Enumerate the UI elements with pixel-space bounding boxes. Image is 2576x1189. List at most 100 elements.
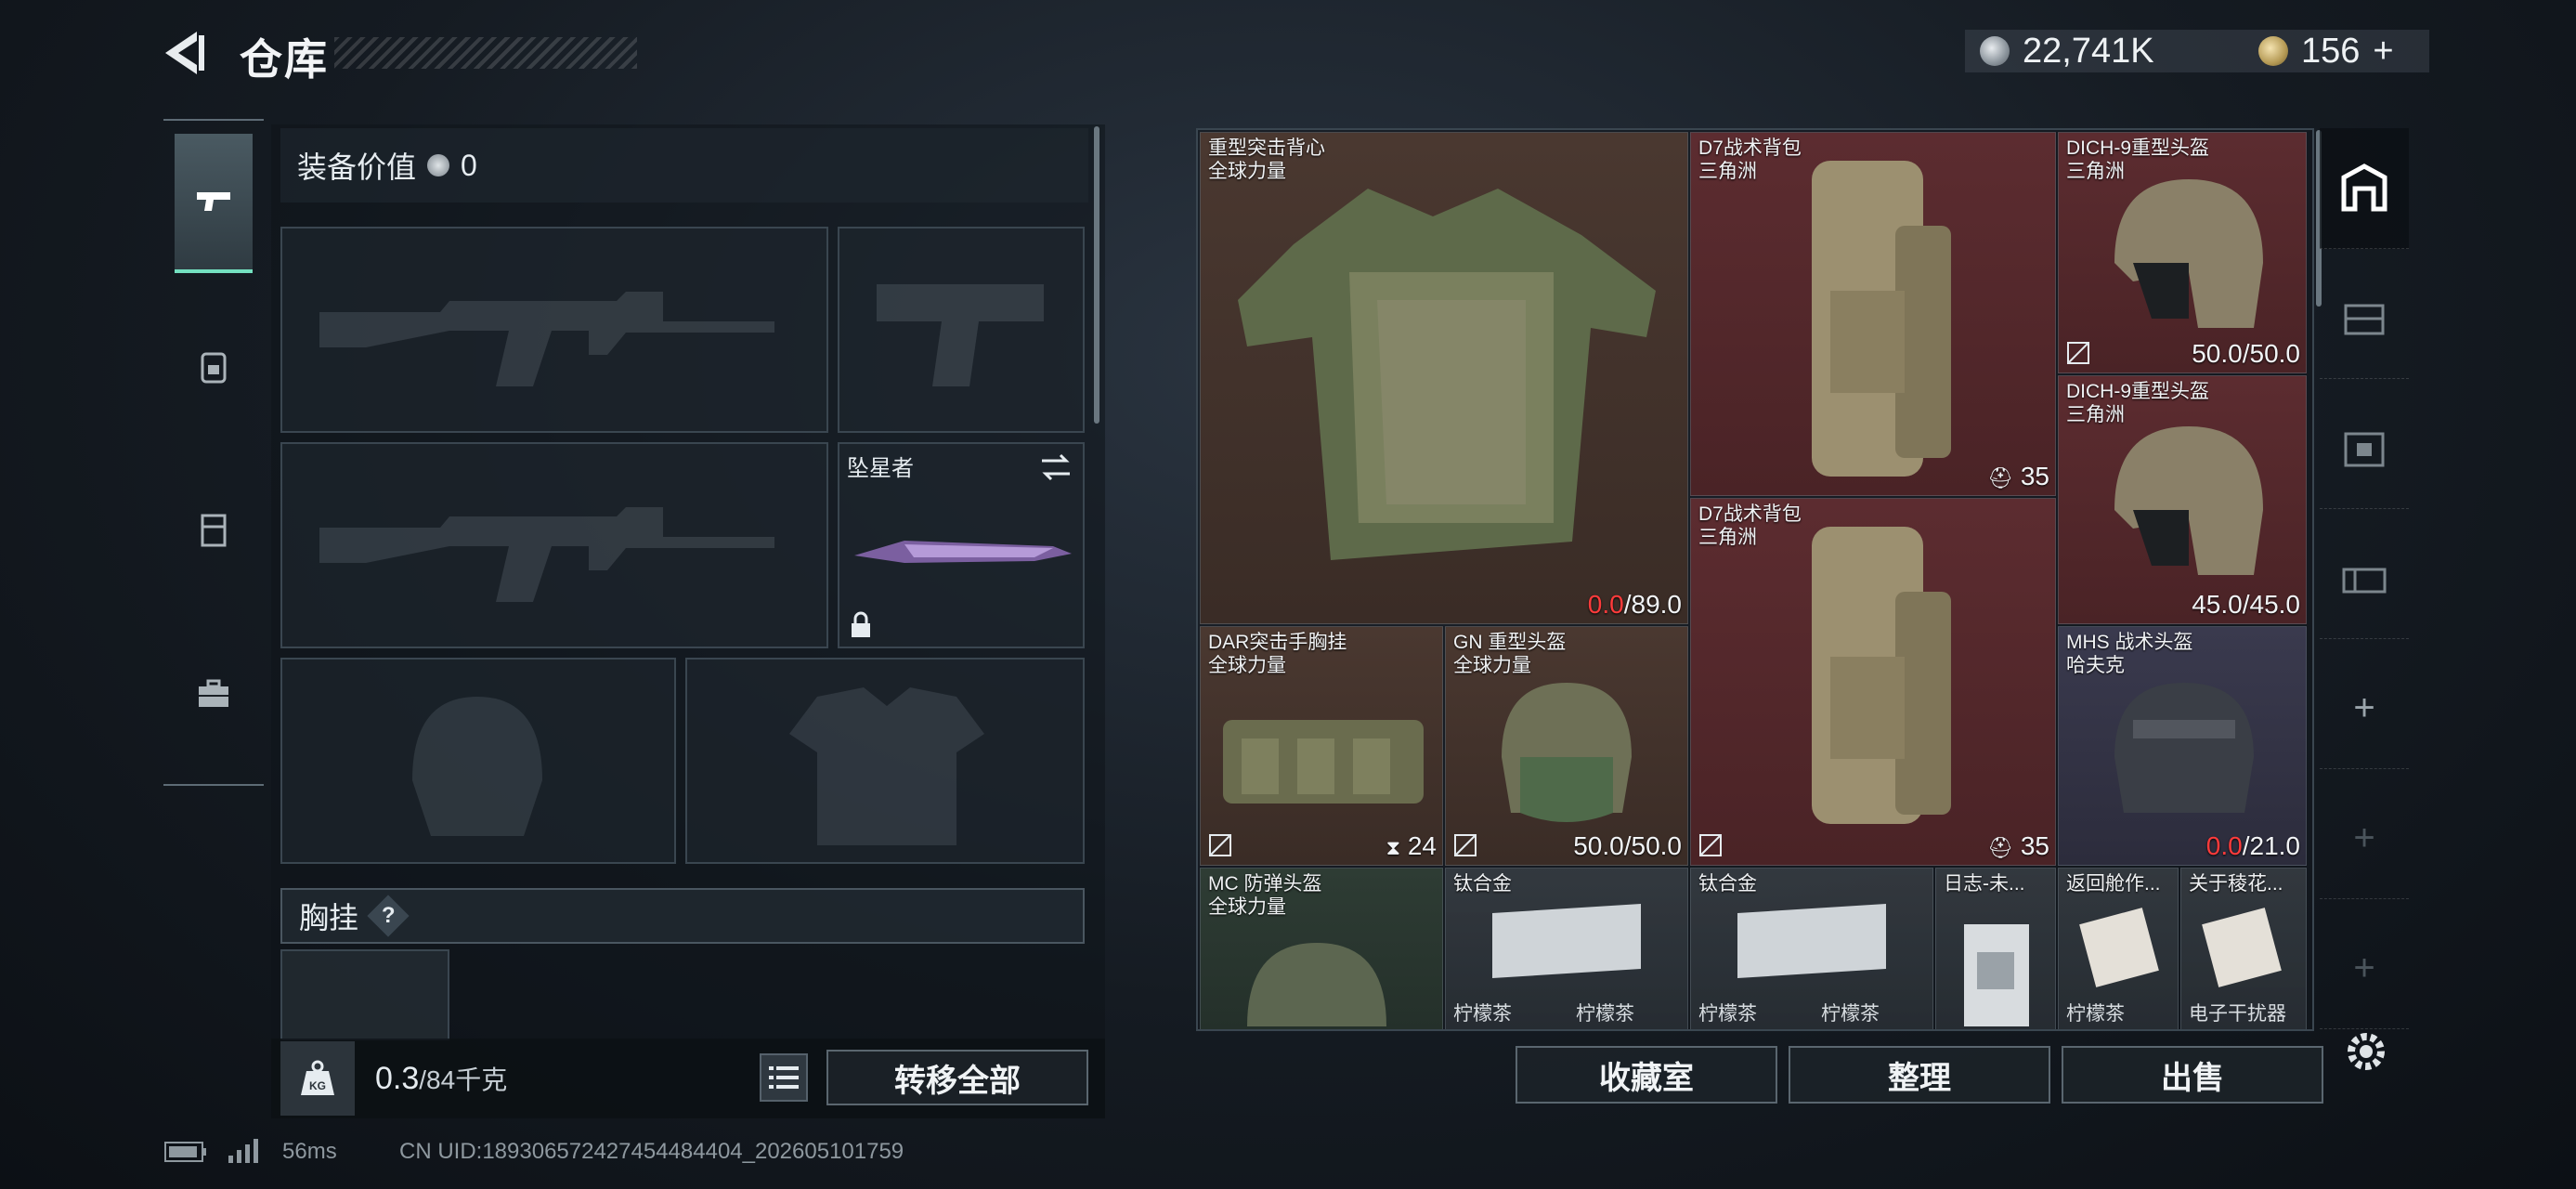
durability: 45.0/45.0 [2192,590,2300,619]
pistol-icon [197,192,230,211]
item-dar-chest-rig[interactable]: DAR突击手胸挂 全球力量 ⧗ 24 [1200,626,1443,866]
category-rail-right: + + + [2320,128,2409,1029]
list-icon [769,1066,799,1089]
knife-icon [854,541,1072,563]
loadout-scrollbar[interactable] [1094,126,1099,424]
item-log[interactable]: 日志-未... [1935,868,2056,1029]
document-icon [1964,924,2029,1026]
no-trade-icon [1209,834,1231,856]
metal-sheet-icon [1737,904,1886,978]
user-uid: CN UID:189306572427454484404_20260510175… [399,1139,904,1164]
crate-icon [2342,568,2387,593]
capacity: ⧗ 24 [1386,831,1437,860]
no-trade-icon [1454,834,1477,856]
sell-button[interactable]: 出售 [2062,1046,2323,1104]
armor-silhouette-icon [789,687,984,845]
durability: 50.0/50.0 [2192,339,2300,368]
list-view-button[interactable] [760,1053,808,1102]
backpack-art-icon [1812,161,1951,477]
silver-coin-icon [427,154,450,176]
capacity: ⛑ 35 [1987,831,2049,860]
helmet-art-icon [2114,179,2263,328]
silver-currency: 22,741K [1965,30,2244,72]
tab-toolbox[interactable] [175,624,253,764]
tab-backpack[interactable] [175,297,253,437]
storage-icon [2341,163,2387,211]
backpack-icon [201,352,227,384]
pistol-slot[interactable] [838,227,1085,433]
swap-icon[interactable] [1038,451,1073,483]
status-bar: 56ms [163,1139,337,1165]
equipment-value-bar: 装备价值 0 [280,128,1088,203]
rifle-silhouette-icon [319,507,774,602]
helmet-silhouette-icon [412,697,542,836]
item-gn-heavy-helmet[interactable]: GN 重型头盔 全球力量 50.0/50.0 [1445,626,1688,866]
armor-slot[interactable] [685,658,1085,864]
category-rail-left [163,119,264,786]
durability: 50.0/50.0 [1573,831,1682,860]
gold-coin-icon [2258,36,2288,66]
storage-grid: 重型突击背心 全球力量 0.0/89.0 D7战术背包 三角洲 ⛑ 35 DICH-… [1196,128,2314,1031]
equip-value-label: 装备价值 [297,150,417,184]
weight-max: /84千克 [419,1065,508,1094]
capacity: ⛑ 35 [1987,462,2049,490]
melee-name: 坠星者 [847,456,914,481]
help-icon[interactable]: ? [367,895,410,937]
back-arrow-icon[interactable] [160,28,210,78]
chest-rig-label: 胸挂 [299,901,359,934]
item-dich9-helmet[interactable]: DICH-9重型头盔 三角洲 50.0/50.0 [2058,132,2307,373]
no-trade-icon [2067,342,2089,364]
item-return-capsule-doc[interactable]: 返回舱作... 柠檬茶 [2058,868,2179,1029]
weight-readout: 0.3/84千克 [375,1060,507,1097]
tab-storage-3[interactable] [2320,388,2409,509]
vest-icon [201,514,227,547]
tab-vest[interactable] [175,461,253,600]
durability: 0.0/89.0 [1587,590,1682,619]
gold-currency[interactable]: 156 + [2244,30,2429,72]
page-title: 仓库 [240,35,329,84]
helmet-art-icon [1247,943,1386,1026]
item-mhs-tactical-helmet[interactable]: MHS 战术头盔 哈夫克 0.0/21.0 [2058,626,2307,866]
chest-rig-header: 胸挂 ? [280,888,1085,944]
primary-weapon-slot[interactable] [280,227,828,433]
item-titanium-alloy[interactable]: 钛合金 柠檬茶 柠檬茶 [1690,868,1933,1029]
item-heavy-assault-vest[interactable]: 重型突击背心 全球力量 0.0/89.0 [1200,132,1688,624]
settings-gear-icon[interactable] [2342,1027,2390,1076]
item-mc-ballistic-helmet[interactable]: MC 防弹头盔 全球力量 [1200,868,1443,1029]
transfer-all-button[interactable]: 转移全部 [826,1050,1088,1105]
durability: 0.0/21.0 [2205,831,2300,860]
weight-value: 0.3 [375,1061,420,1096]
plus-icon: + [2353,687,2375,728]
item-dich9-helmet[interactable]: DICH-9重型头盔 三角洲 45.0/45.0 [2058,375,2307,624]
tab-storage-4[interactable] [2320,518,2409,639]
add-gold-button[interactable]: + [2373,32,2393,72]
vest-art-icon [1238,189,1656,560]
add-storage-tab: + [2320,908,2409,1029]
item-d7-backpack[interactable]: D7战术背包 三角洲 ⛑ 35 [1690,132,2056,496]
plus-icon: + [2353,817,2375,858]
crate-icon [2344,304,2385,334]
chest-rig-slot[interactable] [280,949,449,1040]
tab-weapons[interactable] [175,134,253,273]
silver-amount: 22,741K [2023,31,2154,71]
melee-slot[interactable]: 坠星者 [838,442,1085,648]
document-icon [2079,908,2159,987]
chest-rig-art-icon [1223,720,1424,804]
secondary-weapon-slot[interactable] [280,442,828,648]
add-storage-tab[interactable]: + [2320,648,2409,769]
document-icon [2202,908,2282,987]
item-about-doc[interactable]: 关于稜花... 电子干扰器 [2180,868,2307,1029]
helmet-art-icon [2114,426,2263,575]
tab-storage-all[interactable] [2320,128,2409,249]
sort-button[interactable]: 整理 [1789,1046,2050,1104]
item-d7-backpack[interactable]: D7战术背包 三角洲 ⛑ 35 [1690,498,2056,866]
no-trade-icon [1699,834,1722,856]
helmet-slot[interactable] [280,658,676,864]
ping: 56ms [282,1139,337,1164]
rifle-silhouette-icon [319,292,774,386]
collection-room-button[interactable]: 收藏室 [1516,1046,1777,1104]
tab-storage-2[interactable] [2320,258,2409,379]
crate-icon [2344,432,2385,466]
lock-icon [852,611,870,637]
item-titanium-alloy[interactable]: 钛合金 柠檬茶 柠檬茶 [1445,868,1688,1029]
